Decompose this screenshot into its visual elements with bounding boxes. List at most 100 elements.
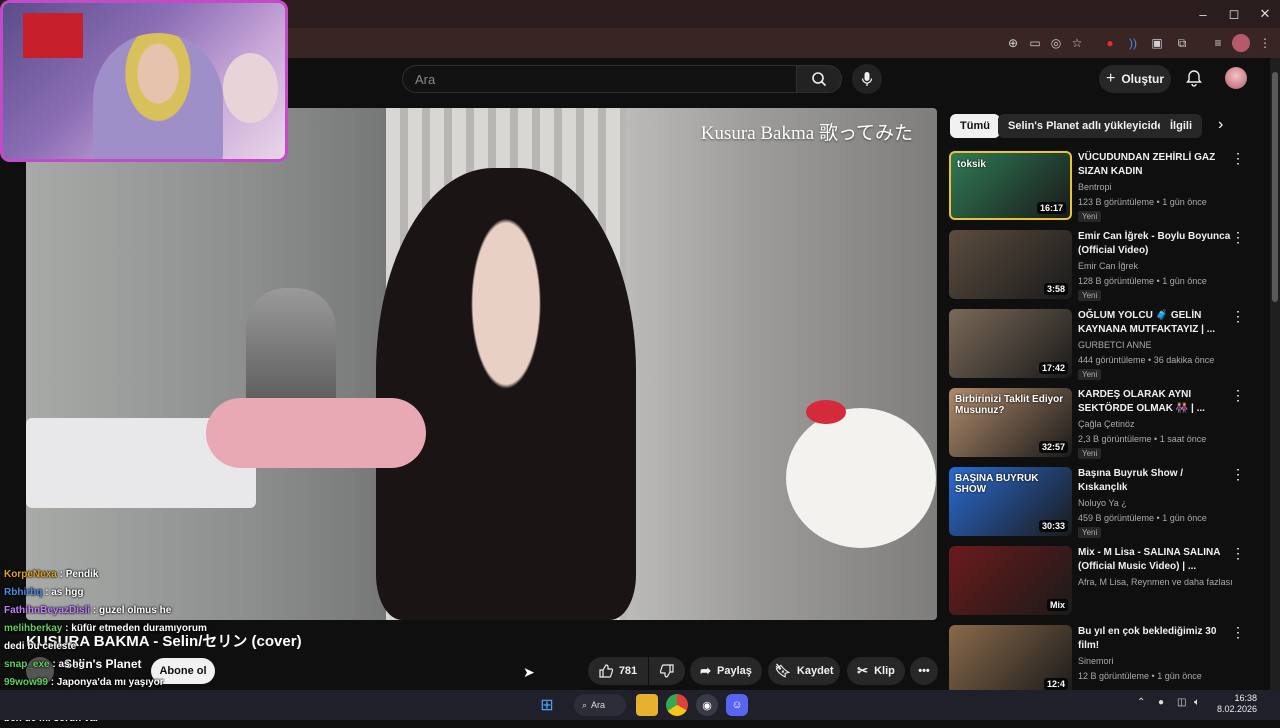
taskbar-search-label: Ara [591,700,606,710]
video-player[interactable]: Kusura Bakma 歌ってみた [26,108,937,620]
chip-related[interactable]: İlgili [1160,114,1202,138]
recommendation-item[interactable]: Birbirinizi Taklit Ediyor Musunuz? 32:57 K… [949,388,1259,460]
volume-icon[interactable]: 🔈︎ [1194,697,1200,708]
tray-chevron-icon[interactable]: ⌃ [1137,697,1145,708]
more-options-icon[interactable]: ⋮ [1231,625,1245,639]
bell-icon [1186,70,1202,87]
chat-username: 99wow99 [4,677,48,688]
windows-start-icon[interactable]: ⊞ [536,694,558,716]
cast-icon[interactable]: ▭ [1026,34,1044,52]
recommendation-channel[interactable]: Bentropi [1078,182,1112,192]
file-explorer-icon[interactable] [636,694,658,716]
recommendation-item[interactable]: 17:42 OĞLUM YOLCU 🧳 GELİN KAYNANA MUTFAKT… [949,309,1259,381]
more-options-icon[interactable]: ⋮ [1231,388,1245,402]
extension-audio-icon[interactable]: )) [1124,34,1142,52]
chat-username: KorpeNexa [4,569,57,580]
dislike-button[interactable] [649,657,685,685]
system-clock[interactable]: 16:38 8.02.2026 [1217,693,1257,715]
video-thumbnail[interactable]: 3:58 [949,230,1072,299]
account-avatar[interactable] [1225,67,1247,89]
recommendation-title[interactable]: VÜCUDUNDAN ZEHİRLİ GAZ SIZAN KADIN [1078,151,1233,179]
voice-search-button[interactable] [852,64,882,94]
chip-from-uploader[interactable]: Selin's Planet adlı yükleyiciden [998,114,1181,138]
share-button[interactable]: ➦ Paylaş [690,657,762,685]
like-button[interactable]: 781 [588,657,648,685]
chat-text: : as hgg [42,587,84,598]
video-thumbnail[interactable]: toksik 16:17 [949,151,1072,220]
recommendation-channel[interactable]: Çağla Çetinöz [1078,419,1135,429]
tray-mic-icon[interactable]: ● [1158,697,1164,708]
scrollbar-thumb[interactable] [1272,72,1278,302]
video-thumbnail[interactable]: Birbirinizi Taklit Ediyor Musunuz? 32:57 [949,388,1072,457]
chat-username: snap_exe [4,659,50,670]
video-thumbnail[interactable]: 12:4 [949,625,1072,694]
recommendation-channel[interactable]: Noluyo Ya ¿ [1078,498,1127,508]
taskbar-search[interactable]: ⌕ Ara [574,694,626,716]
new-badge: Yeni [1078,369,1102,380]
recommendation-title[interactable]: Bu yıl en çok beklediğimiz 30 film! [1078,625,1233,653]
eye-off-icon[interactable]: ◎ [1047,34,1065,52]
mouse-cursor-icon: ➤ [523,664,535,680]
thumbs-up-icon [599,664,613,678]
chat-message: KorpeNexa : Pendik [4,566,304,584]
clip-label: Klip [874,665,895,677]
minimize-button[interactable]: – [1188,4,1218,24]
like-count: 781 [618,665,638,677]
discord-icon[interactable]: ☺ [726,694,748,716]
chat-text: : guzel olmus he [90,605,172,616]
video-thumbnail[interactable]: 17:42 [949,309,1072,378]
more-options-icon[interactable]: ⋮ [1231,151,1245,165]
chrome-icon[interactable] [666,694,688,716]
chip-all[interactable]: Tümü [950,114,1000,138]
thumbnail-text: BAŞINA BUYRUK SHOW [955,473,1039,495]
video-thumbnail[interactable]: Mix [949,546,1072,615]
video-thumbnail[interactable]: BAŞINA BUYRUK SHOW 30:33 [949,467,1072,536]
recommendation-item[interactable]: 3:58 Emir Can İğrek - Boylu Boyunca (Offi… [949,230,1259,302]
maximize-button[interactable]: ◻ [1219,4,1249,24]
extensions-icon[interactable]: ⧉ [1173,34,1191,52]
recommendation-item[interactable]: Mix Mix - M Lisa - SALINA SALINA (Officia… [949,546,1259,618]
more-options-icon[interactable]: ⋮ [1231,467,1245,481]
reading-list-icon[interactable]: ≡ [1209,34,1227,52]
recommendation-title[interactable]: Başına Buyruk Show / Kıskançlık [1078,467,1233,495]
more-options-icon[interactable]: ⋮ [1231,546,1245,560]
obs-icon[interactable]: ◉ [696,694,718,716]
recommendation-title[interactable]: OĞLUM YOLCU 🧳 GELİN KAYNANA MUTFAKTAYIZ … [1078,309,1233,337]
extension-record-icon[interactable]: ● [1101,34,1119,52]
zoom-icon[interactable]: ⊕ [1004,34,1022,52]
recommendation-item[interactable]: BAŞINA BUYRUK SHOW 30:33 Başına Buyruk Sho… [949,467,1259,539]
create-label: Oluştur [1121,72,1164,86]
search-input[interactable]: Ara [402,65,796,93]
recommendation-stats: 12 B görüntüleme • 1 gün önce [1078,671,1202,681]
recommendation-item[interactable]: toksik 16:17 VÜCUDUNDAN ZEHİRLİ GAZ SIZAN … [949,151,1259,223]
recommendation-title[interactable]: KARDEŞ OLARAK AYNI SEKTÖRDE OLMAK 👭 | ..… [1078,388,1233,416]
duration-badge: 12:4 [1043,678,1068,690]
share-icon: ➦ [700,663,712,678]
recommendation-channel[interactable]: Sinemori [1078,656,1114,666]
recommendation-title[interactable]: Mix - M Lisa - SALINA SALINA (Official M… [1078,546,1233,574]
chevron-right-icon[interactable]: › [1218,116,1223,134]
create-button[interactable]: + Oluştur [1099,65,1171,93]
clip-button[interactable]: ✂ Klip [847,657,905,685]
extension-shield-icon[interactable]: ▣ [1148,34,1166,52]
search-button[interactable] [796,65,842,93]
more-actions-button[interactable]: ••• [910,657,938,685]
recommendation-channel[interactable]: Afra, M Lisa, Reynmen ve daha fazlası [1078,577,1233,587]
more-options-icon[interactable]: ⋮ [1231,309,1245,323]
more-options-icon[interactable]: ⋮ [1231,230,1245,244]
save-button[interactable]: 🔖︎ Kaydet [768,657,840,685]
close-window-button[interactable]: ✕ [1250,4,1280,24]
recommendation-channel[interactable]: GURBETCI ANNE [1078,340,1152,350]
network-icon[interactable]: ◫ [1177,697,1186,708]
recommendation-stats: 128 B görüntüleme • 1 gün önce [1078,276,1207,286]
notifications-button[interactable] [1184,68,1204,88]
recommendation-title[interactable]: Emir Can İğrek - Boylu Boyunca (Official… [1078,230,1233,258]
chat-message: snap_exe : as hg [4,656,304,674]
profile-icon[interactable] [1232,34,1250,52]
menu-kebab-icon[interactable]: ⋮ [1256,34,1274,52]
search-icon: ⌕ [582,699,588,710]
recommendation-item[interactable]: 12:4 Bu yıl en çok beklediğimiz 30 film! S… [949,625,1259,697]
bookmark-star-icon[interactable]: ☆ [1068,34,1086,52]
recommendation-channel[interactable]: Emir Can İğrek [1078,261,1138,271]
thumbnail-text: Birbirinizi Taklit Ediyor Musunuz? [955,394,1064,416]
